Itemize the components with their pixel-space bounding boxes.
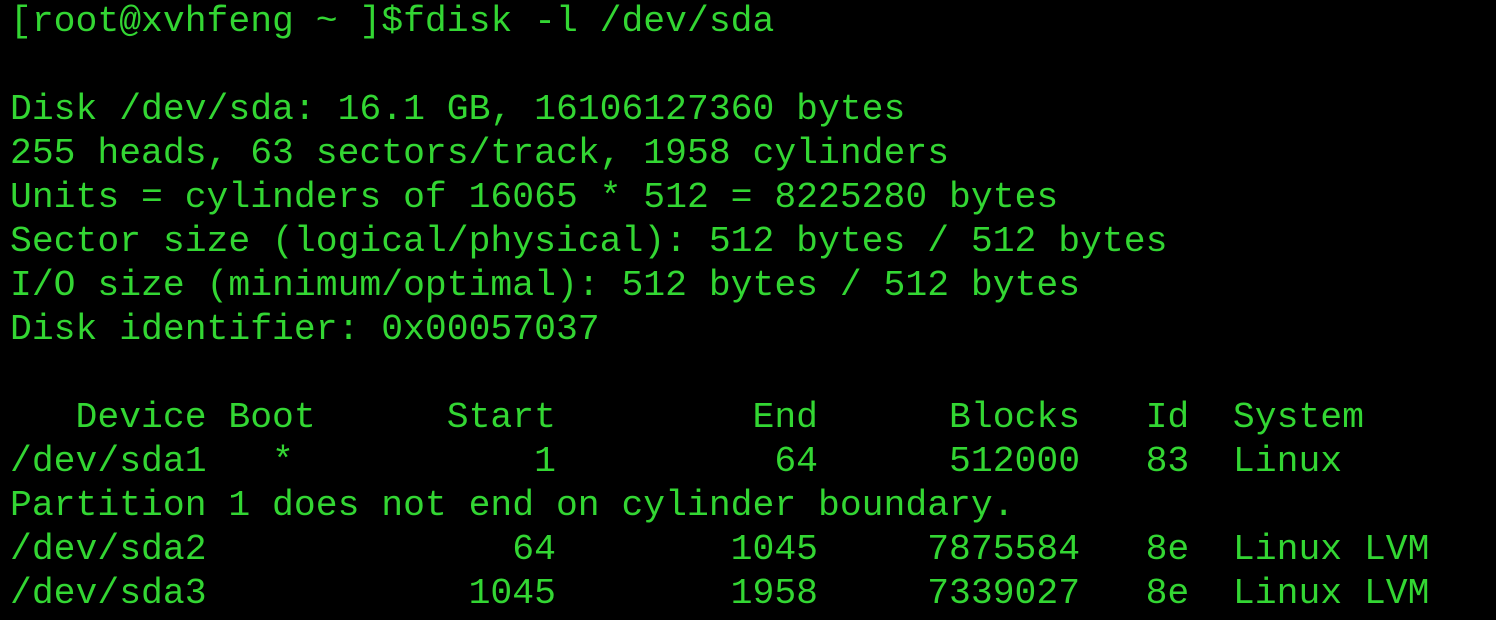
disk-size-line: Disk /dev/sda: 16.1 GB, 16106127360 byte… xyxy=(10,89,906,130)
command-text: fdisk -l /dev/sda xyxy=(403,1,775,42)
terminal-window[interactable]: [root@xvhfeng ~ ]$fdisk -l /dev/sda Disk… xyxy=(0,0,1496,620)
sector-size-line: Sector size (logical/physical): 512 byte… xyxy=(10,221,1168,262)
partition-row-sda1: /dev/sda1 * 1 64 512000 83 Linux xyxy=(10,441,1343,482)
io-size-line: I/O size (minimum/optimal): 512 bytes / … xyxy=(10,265,1081,306)
partition-warning: Partition 1 does not end on cylinder bou… xyxy=(10,485,1015,526)
partition-row-sda2: /dev/sda2 64 1045 7875584 8e Linux LVM xyxy=(10,529,1430,570)
disk-identifier-line: Disk identifier: 0x00057037 xyxy=(10,309,600,350)
partition-row-sda3: /dev/sda3 1045 1958 7339027 8e Linux LVM xyxy=(10,573,1430,614)
command-line: [root@xvhfeng ~ ]$fdisk -l /dev/sda xyxy=(10,0,774,44)
units-line: Units = cylinders of 16065 * 512 = 82252… xyxy=(10,177,1059,218)
shell-prompt: [root@xvhfeng ~ ]$ xyxy=(10,1,404,42)
partition-table-header: Device Boot Start End Blocks Id System xyxy=(10,397,1364,438)
geometry-line: 255 heads, 63 sectors/track, 1958 cylind… xyxy=(10,133,950,174)
